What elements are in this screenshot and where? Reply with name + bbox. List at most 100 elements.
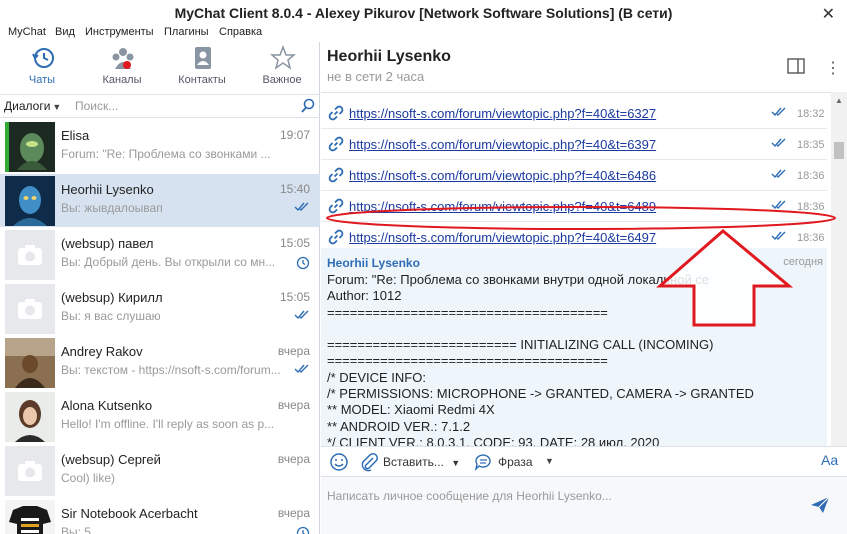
chat-panel: Heorhii Lysenko не в сети 2 часа ⋮ https…: [321, 42, 847, 534]
side-panel-icon[interactable]: [787, 58, 805, 74]
conversation-item[interactable]: Alona Kutsenko вчера Hello! I'm offline.…: [0, 390, 320, 443]
message-body-line: ** ANDROID VER.: 7.1.2: [327, 418, 471, 434]
close-icon[interactable]: ✕: [822, 4, 835, 24]
scroll-up-icon[interactable]: ▲: [835, 96, 843, 105]
message-body-line: [327, 321, 754, 337]
conversation-preview: Вы: текстом - https://nsoft-s.com/forum.…: [61, 363, 281, 377]
message-item: https://nsoft-s.com/forum/viewtopic.php?…: [321, 98, 827, 129]
conversation-item[interactable]: (websup) павел 15:05 Вы: Добрый день. Вы…: [0, 228, 320, 281]
read-ticks-icon: [294, 310, 309, 320]
conversation-item-selected[interactable]: Heorhii Lysenko 15:40 Вы: жывдалоывап: [0, 174, 320, 227]
more-options-icon[interactable]: ⋮: [825, 58, 841, 78]
conversation-time: вчера: [277, 506, 310, 520]
camera-placeholder-icon: [5, 284, 55, 334]
message-time: 18:36: [797, 201, 825, 213]
conversation-time: вчера: [277, 344, 310, 358]
chat-contact-name[interactable]: Heorhii Lysenko: [327, 48, 451, 66]
menu-bar: MyChat Вид Инструменты Плагины Справка: [0, 24, 847, 42]
font-format-icon[interactable]: Aa: [821, 452, 838, 468]
tab-channels-label: Каналы: [102, 74, 142, 86]
avatar-image: [5, 500, 55, 534]
message-link[interactable]: https://nsoft-s.com/forum/viewtopic.php?…: [349, 168, 656, 183]
message-body-line: =====================================: [327, 353, 608, 369]
avatar-image: [5, 338, 55, 388]
tab-important-label: Важное: [262, 74, 302, 86]
conversation-preview: Hello! I'm offline. I'll reply as soon a…: [61, 417, 275, 431]
menu-plugins[interactable]: Плагины: [164, 26, 209, 38]
conversation-preview: Cool) like): [61, 471, 116, 485]
search-input[interactable]: Поиск...: [75, 99, 118, 113]
message-time: 18:36: [797, 232, 825, 244]
menu-mychat[interactable]: MyChat: [8, 26, 46, 38]
avatar: [5, 446, 55, 496]
message-link[interactable]: https://nsoft-s.com/forum/viewtopic.php?…: [349, 106, 656, 121]
conversation-name: (websup) Сергей: [61, 452, 161, 467]
send-icon[interactable]: [809, 495, 831, 515]
camera-placeholder-icon: [5, 446, 55, 496]
attach-icon[interactable]: [359, 452, 379, 472]
conversation-name: Alona Kutsenko: [61, 398, 153, 413]
menu-help[interactable]: Справка: [219, 26, 262, 38]
dialogs-dropdown[interactable]: Диалоги ▼: [4, 99, 61, 113]
read-ticks-icon: [771, 200, 786, 210]
menu-view[interactable]: Вид: [55, 26, 75, 38]
insert-dropdown[interactable]: Вставить... ▼: [383, 455, 460, 469]
conversation-item[interactable]: Andrey Rakov вчера Вы: текстом - https:/…: [0, 336, 320, 389]
message-input[interactable]: Написать личное сообщение для Heorhii Ly…: [327, 489, 612, 503]
avatar-image: [9, 122, 55, 172]
conversation-time: 19:07: [279, 128, 310, 142]
tab-contacts[interactable]: Контакты: [162, 42, 242, 94]
message-link[interactable]: https://nsoft-s.com/forum/viewtopic.php?…: [349, 137, 656, 152]
conversation-preview: Вы: Добрый день. Вы открыли со мн...: [61, 255, 276, 269]
conversation-name: Sir Notebook Acerbacht: [61, 506, 198, 521]
message-body-line: ** MODEL: Xiaomi Redmi 4X: [327, 402, 495, 418]
conversation-name: (websup) павел: [61, 236, 154, 251]
star-icon: [270, 45, 296, 70]
conversation-item[interactable]: (websup) Кирилл 15:05 Вы: я вас слушаю: [0, 282, 320, 335]
title-bar: MyChat Client 8.0.4 - Alexey Pikurov [Ne…: [0, 0, 847, 26]
phrase-button[interactable]: Фраза: [498, 455, 533, 469]
nav-tabs: Чаты Каналы Контакты Важное: [0, 42, 320, 94]
message-sender[interactable]: Heorhii Lysenko: [327, 256, 420, 270]
channels-icon: [112, 48, 134, 69]
read-ticks-icon: [771, 169, 786, 179]
conversation-time: вчера: [277, 452, 310, 466]
chevron-down-icon[interactable]: ▼: [545, 456, 554, 466]
search-icon[interactable]: [300, 98, 316, 114]
conversation-preview: Вы: жывдалоывап: [61, 201, 163, 215]
message-scrollbar[interactable]: ▲ ▼: [831, 92, 847, 488]
read-ticks-icon: [294, 364, 309, 374]
message-input-area[interactable]: Написать личное сообщение для Heorhii Ly…: [321, 476, 847, 534]
tab-chats[interactable]: Чаты: [2, 42, 82, 94]
chat-header: Heorhii Lysenko не в сети 2 часа ⋮: [321, 42, 847, 92]
emoji-icon[interactable]: [329, 452, 349, 472]
link-icon: [328, 136, 344, 152]
chevron-down-icon: ▼: [451, 458, 461, 468]
message-item: https://nsoft-s.com/forum/viewtopic.php?…: [321, 129, 827, 160]
link-icon: [328, 105, 344, 121]
tab-important[interactable]: Важное: [242, 42, 322, 94]
conversation-item[interactable]: Elisa 19:07 Forum: "Re: Проблема со звон…: [0, 120, 320, 173]
read-ticks-icon: [294, 202, 309, 212]
tab-chats-label: Чаты: [28, 74, 56, 86]
link-icon: [328, 198, 344, 214]
phrase-icon[interactable]: [473, 452, 493, 472]
conversation-item[interactable]: Sir Notebook Acerbacht вчера Вы: 5: [0, 498, 320, 534]
message-body-line: =====================================: [327, 304, 608, 320]
avatar: [5, 122, 55, 172]
read-ticks-icon: [771, 107, 786, 117]
tab-channels[interactable]: Каналы: [82, 42, 162, 94]
menu-tools[interactable]: Инструменты: [85, 26, 154, 38]
message-link[interactable]: https://nsoft-s.com/forum/viewtopic.php?…: [349, 230, 656, 245]
conversation-name: Elisa: [61, 128, 90, 143]
chat-contact-status: не в сети 2 часа: [327, 69, 425, 84]
scroll-thumb[interactable]: [834, 142, 844, 159]
message-body-line: /* PERMISSIONS: MICROPHONE -> GRANTED, C…: [327, 386, 754, 402]
tab-contacts-label: Контакты: [178, 74, 226, 86]
camera-placeholder-icon: [5, 230, 55, 280]
message-link[interactable]: https://nsoft-s.com/forum/viewtopic.php?…: [349, 199, 656, 214]
avatar-image: [5, 392, 55, 442]
conversation-item[interactable]: (websup) Сергей вчера Cool) like): [0, 444, 320, 497]
message-item: https://nsoft-s.com/forum/viewtopic.php?…: [321, 160, 827, 191]
message-time: 18:32: [797, 108, 825, 120]
